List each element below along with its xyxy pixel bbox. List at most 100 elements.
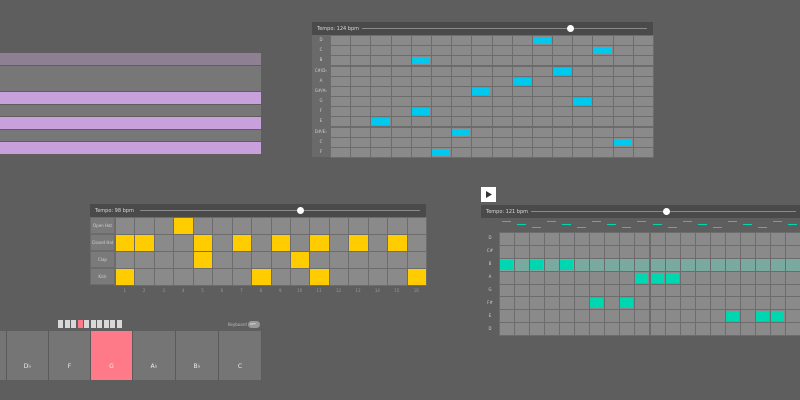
melody-tempo-thumb[interactable] — [567, 25, 575, 32]
drum-step[interactable] — [192, 268, 214, 286]
arpeggio-cell[interactable] — [574, 244, 591, 259]
arpeggio-cell[interactable] — [649, 309, 666, 324]
drum-step-active[interactable] — [231, 234, 253, 252]
arpeggio-cell[interactable] — [514, 270, 531, 285]
drum-step[interactable] — [328, 234, 350, 252]
arpeggio-cell[interactable] — [784, 322, 800, 336]
arpeggio-cell[interactable] — [754, 296, 771, 311]
arpeggio-cell[interactable] — [769, 283, 786, 298]
drum-step-active[interactable] — [309, 234, 330, 252]
melody-note[interactable] — [411, 57, 430, 65]
arpeggio-cell[interactable] — [514, 232, 531, 246]
melody-cell[interactable] — [531, 146, 554, 158]
arpeggio-cell[interactable] — [739, 296, 756, 311]
arpeggio-cell[interactable] — [754, 257, 771, 272]
drum-step-active[interactable] — [192, 251, 214, 269]
arpeggio-cell[interactable] — [784, 244, 800, 259]
arpeggio-cell[interactable] — [754, 244, 771, 259]
arpeggio-cell[interactable] — [739, 244, 756, 259]
drum-step[interactable] — [348, 251, 369, 269]
arpeggio-cell[interactable] — [634, 296, 651, 311]
arpeggio-cell[interactable] — [709, 257, 726, 272]
drum-step[interactable] — [251, 234, 272, 252]
melody-cell[interactable] — [632, 146, 654, 158]
arpeggio-note[interactable] — [725, 311, 739, 322]
piano-key[interactable]: C — [219, 331, 262, 380]
arpeggio-cell[interactable] — [634, 322, 651, 336]
drum-step[interactable] — [328, 251, 350, 269]
mini-key[interactable] — [97, 320, 102, 328]
drum-step-active[interactable] — [192, 234, 214, 252]
drum-tempo-thumb[interactable] — [296, 207, 304, 214]
arpeggio-cell[interactable] — [604, 270, 621, 285]
arpeggio-cell[interactable] — [664, 309, 681, 324]
drum-step[interactable] — [289, 217, 311, 235]
arpeggio-cell[interactable] — [709, 309, 726, 324]
arpeggio-cell[interactable] — [544, 270, 561, 285]
drum-step-active[interactable] — [173, 217, 194, 235]
arpeggio-cell[interactable] — [589, 232, 606, 246]
drum-step[interactable] — [406, 234, 427, 252]
arpeggio-cell[interactable] — [544, 296, 561, 311]
arpeggio-cell[interactable] — [739, 257, 756, 272]
arpeggio-cell[interactable] — [529, 232, 546, 246]
arpeggio-cell[interactable] — [559, 283, 576, 298]
arpeggio-cell[interactable] — [514, 296, 531, 311]
arpeggio-cell[interactable] — [619, 322, 636, 336]
arpeggio-cell[interactable] — [544, 309, 561, 324]
arpeggio-cell[interactable] — [514, 244, 531, 259]
arpeggio-cell[interactable] — [739, 232, 756, 246]
melody-note[interactable] — [452, 128, 471, 136]
arpeggio-cell[interactable] — [634, 244, 651, 259]
drum-step[interactable] — [153, 217, 175, 235]
drum-step[interactable] — [212, 268, 233, 286]
melody-cell[interactable] — [471, 146, 493, 158]
arpeggio-note[interactable] — [620, 298, 634, 309]
arpeggio-cell[interactable] — [529, 270, 546, 285]
arpeggio-cell[interactable] — [679, 309, 696, 324]
drum-step-active[interactable] — [115, 234, 136, 252]
arpeggio-cell[interactable] — [664, 232, 681, 246]
drum-step[interactable] — [387, 217, 408, 235]
drum-step[interactable] — [367, 234, 389, 252]
keyboard-toggle[interactable]: Keyboard OFF — [228, 321, 268, 329]
drum-step[interactable] — [212, 234, 233, 252]
arpeggio-cell[interactable] — [559, 244, 576, 259]
arpeggio-cell[interactable] — [589, 257, 606, 272]
arpeggio-cell[interactable] — [769, 296, 786, 311]
drum-step[interactable] — [270, 268, 291, 286]
drum-step[interactable] — [153, 268, 175, 286]
piano-key[interactable]: B♭ — [176, 331, 219, 380]
arpeggio-cell[interactable] — [619, 283, 636, 298]
arpeggio-cell[interactable] — [529, 296, 546, 311]
melody-cell[interactable] — [612, 146, 634, 158]
drum-step[interactable] — [309, 251, 330, 269]
drum-step[interactable] — [367, 217, 389, 235]
arpeggio-cell[interactable] — [574, 296, 591, 311]
drum-step[interactable] — [348, 268, 369, 286]
arpeggio-cell[interactable] — [589, 309, 606, 324]
arpeggio-cell[interactable] — [529, 283, 546, 298]
drum-step[interactable] — [328, 217, 350, 235]
melody-cell[interactable] — [552, 146, 574, 158]
drum-step-active[interactable] — [387, 234, 408, 252]
mini-key[interactable] — [77, 320, 83, 328]
arpeggio-cell[interactable] — [589, 322, 606, 336]
arpeggio-note[interactable] — [635, 272, 649, 283]
arpeggio-cell[interactable] — [754, 283, 771, 298]
arpeggio-cell[interactable] — [529, 322, 546, 336]
arpeggio-cell[interactable] — [739, 283, 756, 298]
melody-note[interactable] — [573, 98, 592, 106]
melody-note[interactable] — [613, 138, 632, 146]
melody-cell[interactable] — [491, 146, 513, 158]
melody-cell[interactable] — [370, 146, 392, 158]
drum-step[interactable] — [406, 251, 427, 269]
drum-step[interactable] — [153, 251, 175, 269]
arpeggio-note[interactable] — [530, 259, 544, 270]
arpeggio-cell[interactable] — [664, 257, 681, 272]
arpeggio-cell[interactable] — [514, 283, 531, 298]
drum-step[interactable] — [231, 217, 253, 235]
arpeggio-cell[interactable] — [574, 257, 591, 272]
melody-cell[interactable] — [451, 146, 473, 158]
drum-step[interactable] — [406, 217, 427, 235]
